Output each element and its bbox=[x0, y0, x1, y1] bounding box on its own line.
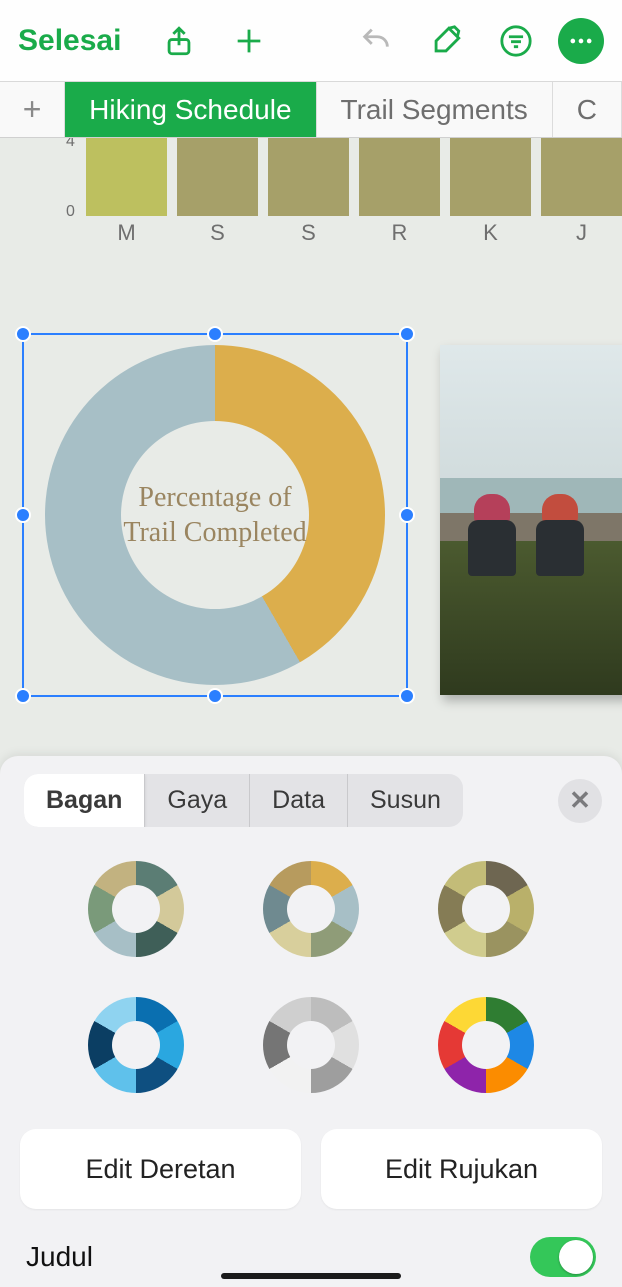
resize-handle-nw[interactable] bbox=[15, 326, 31, 342]
title-toggle-row: Judul bbox=[0, 1215, 622, 1277]
chart-style-grid bbox=[0, 835, 622, 1105]
top-toolbar: Selesai bbox=[0, 0, 622, 82]
title-toggle-switch[interactable] bbox=[530, 1237, 596, 1277]
bar-y-tick: 4 bbox=[66, 138, 75, 151]
resize-handle-n[interactable] bbox=[207, 326, 223, 342]
resize-handle-w[interactable] bbox=[15, 507, 31, 523]
spreadsheet-canvas[interactable]: 4 0 M S S R K J Percentage of Trail Comp… bbox=[0, 138, 622, 756]
edit-references-button[interactable]: Edit Rujukan bbox=[321, 1129, 602, 1209]
more-icon[interactable] bbox=[558, 18, 604, 64]
selection-box[interactable] bbox=[22, 333, 408, 697]
undo-icon[interactable] bbox=[348, 13, 404, 69]
filter-icon[interactable] bbox=[488, 13, 544, 69]
done-button[interactable]: Selesai bbox=[18, 24, 137, 58]
sheet-tab-overflow[interactable]: C bbox=[553, 82, 622, 137]
home-indicator[interactable] bbox=[221, 1273, 401, 1279]
bar-x-labels: M S S R K J bbox=[86, 220, 622, 246]
add-icon[interactable] bbox=[221, 13, 277, 69]
edit-series-button[interactable]: Edit Deretan bbox=[20, 1129, 301, 1209]
resize-handle-sw[interactable] bbox=[15, 688, 31, 704]
format-segment-control: Bagan Gaya Data Susun bbox=[24, 774, 463, 827]
share-icon[interactable] bbox=[151, 13, 207, 69]
title-toggle-label: Judul bbox=[26, 1241, 93, 1273]
resize-handle-se[interactable] bbox=[399, 688, 415, 704]
resize-handle-ne[interactable] bbox=[399, 326, 415, 342]
format-brush-icon[interactable] bbox=[418, 13, 474, 69]
segment-chart[interactable]: Bagan bbox=[24, 774, 145, 827]
sheet-tab-trail-segments[interactable]: Trail Segments bbox=[317, 82, 553, 137]
add-sheet-button[interactable]: + bbox=[0, 82, 65, 137]
chart-style-swatch[interactable] bbox=[438, 861, 534, 957]
bar-y-tick: 0 bbox=[66, 203, 75, 221]
chart-style-swatch[interactable] bbox=[263, 861, 359, 957]
sheet-tab-bar: + Hiking Schedule Trail Segments C bbox=[0, 82, 622, 138]
chart-style-swatch[interactable] bbox=[263, 997, 359, 1093]
chart-style-swatch[interactable] bbox=[438, 997, 534, 1093]
chart-style-swatch[interactable] bbox=[88, 861, 184, 957]
sheet-tab-hiking-schedule[interactable]: Hiking Schedule bbox=[65, 82, 316, 137]
segment-style[interactable]: Gaya bbox=[145, 774, 250, 827]
format-panel: Bagan Gaya Data Susun ✕ Edit Deretan Edi… bbox=[0, 756, 622, 1287]
image-object[interactable]: 〜 bbox=[440, 345, 622, 695]
segment-data[interactable]: Data bbox=[250, 774, 348, 827]
chart-style-swatch[interactable] bbox=[88, 997, 184, 1093]
resize-handle-e[interactable] bbox=[399, 507, 415, 523]
resize-handle-s[interactable] bbox=[207, 688, 223, 704]
segment-arrange[interactable]: Susun bbox=[348, 774, 463, 827]
close-panel-icon[interactable]: ✕ bbox=[558, 779, 602, 823]
